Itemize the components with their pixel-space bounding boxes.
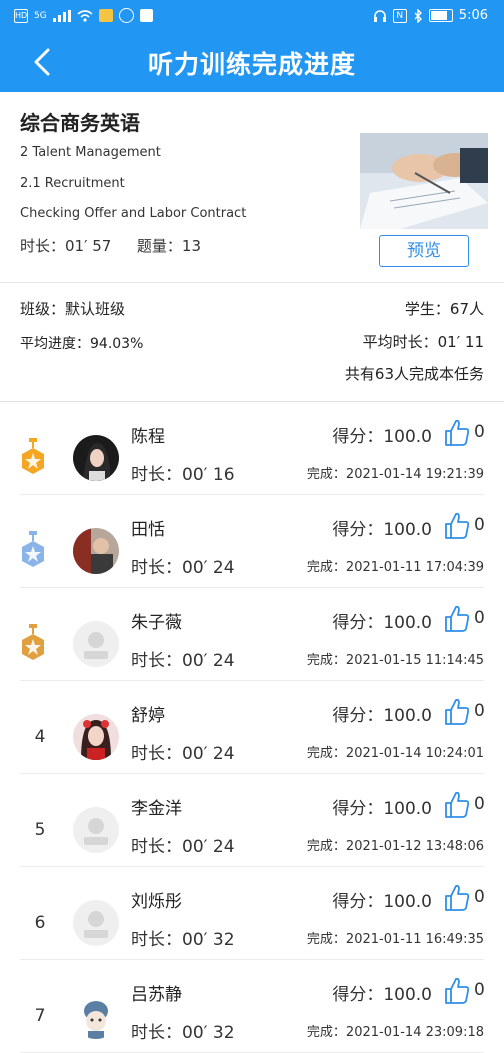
notification-circle-icon bbox=[118, 8, 134, 23]
student-name: 李金洋 bbox=[131, 799, 182, 819]
like-count: 0 bbox=[474, 887, 485, 907]
course-lesson: Checking Offer and Labor Contract bbox=[20, 206, 247, 221]
app-notification-icon bbox=[98, 9, 113, 22]
avatar[interactable] bbox=[73, 900, 119, 946]
like-count: 0 bbox=[474, 515, 485, 535]
rank-number: 5 bbox=[34, 820, 46, 840]
nfc-icon: N bbox=[392, 8, 407, 23]
hd-icon: HD bbox=[14, 8, 28, 23]
student-duration: 时长：00′ 24 bbox=[131, 744, 235, 764]
course-questions: 题量：13 bbox=[136, 237, 202, 255]
student-duration: 时长：00′ 16 bbox=[131, 465, 235, 485]
thumbs-up-icon[interactable] bbox=[444, 512, 470, 540]
student-score: 得分：100.0 bbox=[332, 520, 432, 540]
completion-time: 完成：2021-01-11 16:49:35 bbox=[306, 932, 484, 947]
average-duration: 平均时长：01′ 11 bbox=[362, 333, 484, 351]
navigation-header: 听力训练完成进度 bbox=[0, 32, 504, 92]
completion-time: 完成：2021-01-11 17:04:39 bbox=[306, 560, 484, 575]
student-name: 田恬 bbox=[131, 520, 165, 540]
shop-icon bbox=[139, 9, 153, 22]
like-count: 0 bbox=[474, 701, 485, 721]
student-duration: 时长：00′ 24 bbox=[131, 837, 235, 857]
list-item[interactable]: 5 李金洋 时长：00′ 24 得分：100.0 0 完成：2021-01-12… bbox=[0, 774, 504, 867]
list-item[interactable]: 7 吕苏静 时长：00′ 32 得分：100.0 0 完成：2021-01-14… bbox=[0, 960, 504, 1053]
avatar[interactable] bbox=[73, 621, 119, 667]
headphone-icon bbox=[373, 9, 386, 22]
student-score: 得分：100.0 bbox=[332, 613, 432, 633]
student-duration: 时长：00′ 24 bbox=[131, 558, 235, 578]
list-item[interactable]: 田恬 时长：00′ 24 得分：100.0 0 完成：2021-01-11 17… bbox=[0, 495, 504, 588]
student-score: 得分：100.0 bbox=[332, 706, 432, 726]
status-time: 5:06 bbox=[458, 8, 488, 23]
list-item[interactable]: 4 舒婷 时长：00′ 24 得分：100.0 0 完成：2021-01-14 … bbox=[0, 681, 504, 774]
thumbs-up-icon[interactable] bbox=[444, 698, 470, 726]
rank-number: 7 bbox=[34, 1006, 46, 1026]
signal-icon bbox=[52, 9, 71, 22]
student-duration: 时长：00′ 32 bbox=[131, 1023, 235, 1043]
avatar[interactable] bbox=[73, 435, 119, 481]
thumbs-up-icon[interactable] bbox=[444, 977, 470, 1005]
student-name: 朱子薇 bbox=[131, 613, 182, 633]
rank-number: 4 bbox=[34, 727, 46, 747]
like-count: 0 bbox=[474, 794, 485, 814]
average-progress: 平均进度：94.03% bbox=[20, 336, 144, 352]
silver-medal-icon bbox=[22, 531, 44, 567]
student-score: 得分：100.0 bbox=[332, 427, 432, 447]
student-duration: 时长：00′ 24 bbox=[131, 651, 235, 671]
class-summary: 班级：默认班级 学生：67人 平均进度：94.03% 平均时长：01′ 11 共… bbox=[0, 283, 504, 402]
student-name: 刘烁彤 bbox=[131, 892, 182, 912]
thumbs-up-icon[interactable] bbox=[444, 419, 470, 447]
course-duration: 时长：01′ 57 bbox=[20, 237, 112, 255]
like-count: 0 bbox=[474, 980, 485, 1000]
course-thumbnail bbox=[360, 133, 488, 229]
thumbs-up-icon[interactable] bbox=[444, 884, 470, 912]
completion-time: 完成：2021-01-14 19:21:39 bbox=[306, 467, 484, 482]
student-name: 陈程 bbox=[131, 427, 165, 447]
course-unit: 2 Talent Management bbox=[20, 145, 161, 160]
course-card: 综合商务英语 2 Talent Management 2.1 Recruitme… bbox=[0, 92, 504, 283]
completion-time: 完成：2021-01-12 13:48:06 bbox=[306, 839, 484, 854]
avatar[interactable] bbox=[73, 714, 119, 760]
course-section: 2.1 Recruitment bbox=[20, 176, 125, 191]
avatar[interactable] bbox=[73, 528, 119, 574]
student-count: 学生：67人 bbox=[404, 300, 484, 318]
list-item[interactable]: 陈程 时长：00′ 16 得分：100.0 0 完成：2021-01-14 19… bbox=[0, 402, 504, 495]
student-duration: 时长：00′ 32 bbox=[131, 930, 235, 950]
thumbs-up-icon[interactable] bbox=[444, 791, 470, 819]
completion-time: 完成：2021-01-14 23:09:18 bbox=[306, 1025, 484, 1040]
preview-button[interactable]: 预览 bbox=[379, 235, 469, 267]
bluetooth-icon bbox=[414, 8, 422, 23]
list-item[interactable]: 6 刘烁彤 时长：00′ 32 得分：100.0 0 完成：2021-01-11… bbox=[0, 867, 504, 960]
student-score: 得分：100.0 bbox=[332, 892, 432, 912]
avatar[interactable] bbox=[73, 993, 119, 1039]
course-meta: 时长：01′ 57 题量：13 bbox=[20, 235, 201, 256]
rank-number: 6 bbox=[34, 913, 46, 933]
student-name: 舒婷 bbox=[131, 706, 165, 726]
student-score: 得分：100.0 bbox=[332, 985, 432, 1005]
completion-time: 完成：2021-01-15 11:14:45 bbox=[306, 653, 484, 668]
status-bar: HD 5G N 5:06 bbox=[0, 0, 504, 32]
student-name: 吕苏静 bbox=[131, 985, 182, 1005]
like-count: 0 bbox=[474, 608, 485, 628]
class-label: 班级：默认班级 bbox=[20, 300, 126, 318]
app-header-bar: HD 5G N 5:06 听力训练完成进度 bbox=[0, 0, 504, 92]
course-name: 综合商务英语 bbox=[20, 111, 140, 135]
bronze-medal-icon bbox=[22, 624, 44, 660]
completion-time: 完成：2021-01-14 10:24:01 bbox=[306, 746, 484, 761]
network-type: 5G bbox=[34, 10, 47, 21]
page-title: 听力训练完成进度 bbox=[147, 50, 356, 79]
avatar[interactable] bbox=[73, 807, 119, 853]
list-item[interactable]: 朱子薇 时长：00′ 24 得分：100.0 0 完成：2021-01-15 1… bbox=[0, 588, 504, 681]
wifi-icon bbox=[77, 9, 93, 22]
battery-icon bbox=[428, 9, 453, 22]
gold-medal-icon bbox=[22, 438, 44, 474]
thumbs-up-icon[interactable] bbox=[444, 605, 470, 633]
completed-count: 共有63人完成本任务 bbox=[344, 365, 484, 383]
student-score: 得分：100.0 bbox=[332, 799, 432, 819]
like-count: 0 bbox=[474, 422, 485, 442]
